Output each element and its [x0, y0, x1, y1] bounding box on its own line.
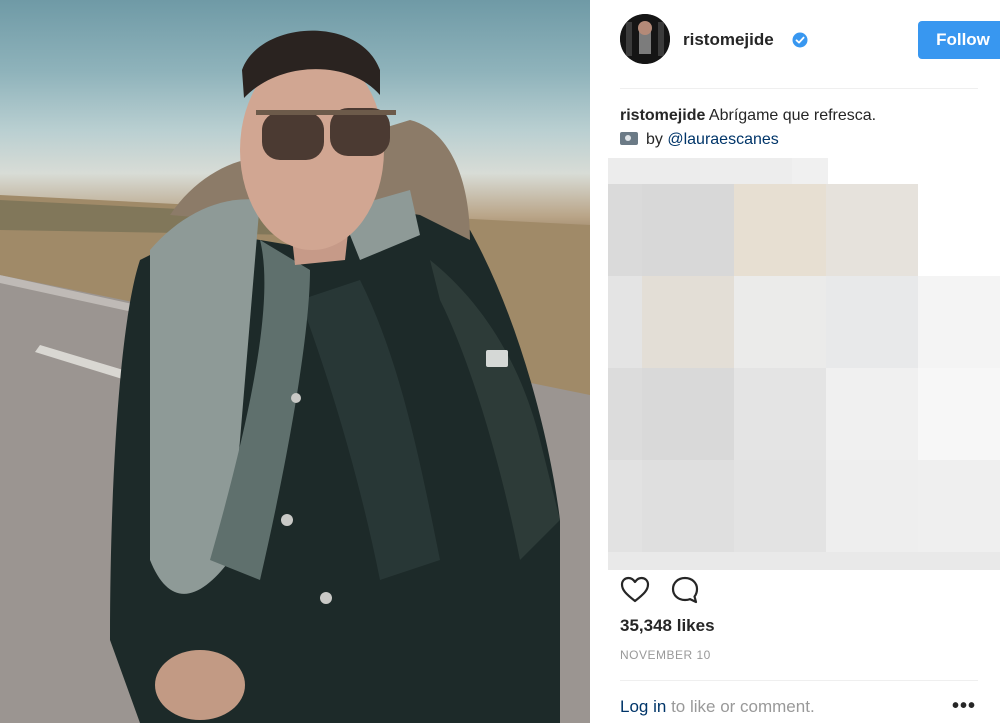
camera-icon [620, 132, 638, 145]
more-options-icon[interactable]: ••• [952, 695, 976, 718]
header-username[interactable]: ristomejide [683, 30, 774, 50]
follow-button[interactable]: Follow [918, 21, 1000, 59]
post-sidebar: ristomejide Follow ristomejide Abrígame … [590, 0, 1000, 723]
caption: ristomejide Abrígame que refresca. [620, 104, 876, 128]
comment-icon[interactable] [670, 575, 700, 605]
avatar[interactable] [620, 14, 670, 64]
heart-icon[interactable] [620, 575, 650, 605]
login-prompt-text: to like or comment. [671, 697, 815, 716]
login-link[interactable]: Log in [620, 697, 666, 716]
caption-text: Abrígame que refresca. [708, 107, 877, 124]
post-photo[interactable] [0, 0, 590, 723]
verified-badge-icon [792, 32, 808, 48]
likes-count[interactable]: 35,348 likes [620, 616, 715, 636]
credit-prefix: by [646, 131, 663, 148]
post-header: ristomejide Follow [620, 14, 1000, 72]
caption-username[interactable]: ristomejide [620, 107, 705, 124]
footer-divider [620, 680, 978, 681]
post-date: NOVEMBER 10 [620, 648, 711, 662]
header-divider [620, 88, 978, 89]
photo-credit: by @lauraescanes [620, 128, 779, 152]
login-prompt: Log in to like or comment. [620, 697, 815, 717]
credit-mention-link[interactable]: @lauraescanes [667, 131, 778, 148]
blurred-comments [608, 158, 1000, 570]
